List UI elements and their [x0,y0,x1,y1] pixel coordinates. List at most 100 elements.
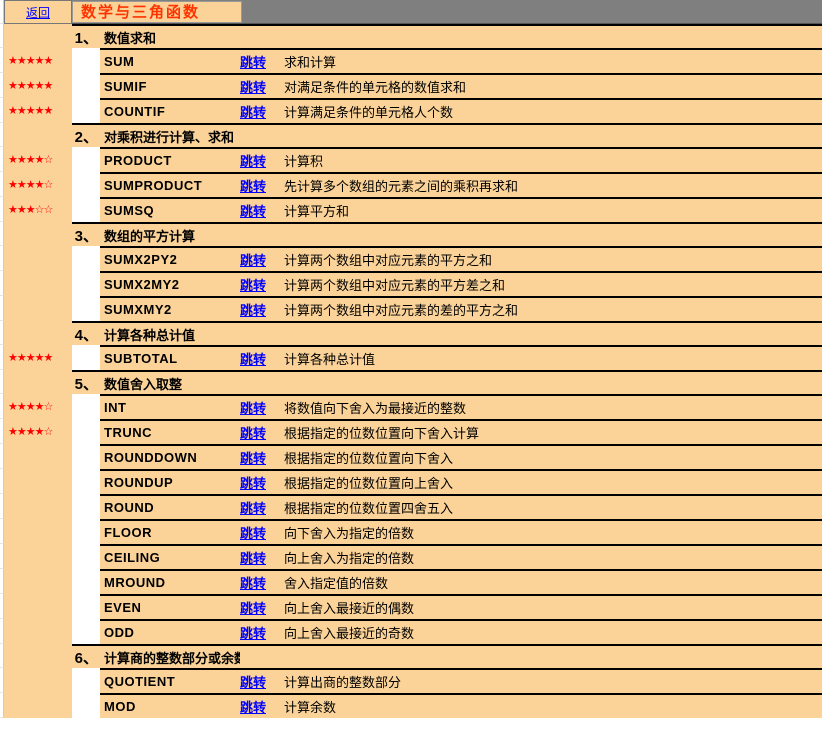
function-row: SUMX2MY2跳转计算两个数组中对应元素的平方差之和 [0,271,822,296]
function-name: COUNTIF [100,98,240,123]
function-row: SUMX2PY2跳转计算两个数组中对应元素的平方之和 [0,246,822,271]
function-row: MOD跳转计算余数 [0,693,822,718]
jump-link[interactable]: 跳转 [240,598,266,617]
jump-link[interactable]: 跳转 [240,151,266,170]
jump-link[interactable]: 跳转 [240,77,266,96]
rating-cell [4,644,72,668]
rating-stars: ★★★☆☆ [4,197,72,222]
function-desc: 根据指定的位数位置向下舍入计算 [280,419,822,444]
function-desc: 根据指定的位数位置向上舍入 [280,469,822,494]
jump-link[interactable]: 跳转 [240,201,266,220]
function-row: QUOTIENT跳转计算出商的整数部分 [0,668,822,693]
function-row: CEILING跳转向上舍入为指定的倍数 [0,544,822,569]
jump-link[interactable]: 跳转 [240,250,266,269]
function-desc: 计算各种总计值 [280,345,822,370]
function-name: ROUNDDOWN [100,444,240,469]
jump-link[interactable]: 跳转 [240,349,266,368]
jump-link[interactable]: 跳转 [240,102,266,121]
jump-link[interactable]: 跳转 [240,423,266,442]
rating-stars [4,619,72,644]
function-name: SUMIF [100,73,240,98]
section-label: 数值舍入取整 [100,370,240,394]
jump-link[interactable]: 跳转 [240,523,266,542]
section-number: 1、 [72,24,100,48]
function-row: ★★★★★ SUBTOTAL跳转计算各种总计值 [0,345,822,370]
jump-link[interactable]: 跳转 [240,697,266,716]
function-desc: 对满足条件的单元格的数值求和 [280,73,822,98]
function-row: ★★★☆☆ SUMSQ跳转计算平方和 [0,197,822,222]
function-name: SUMX2MY2 [100,271,240,296]
function-name: CEILING [100,544,240,569]
function-row: FLOOR跳转向下舍入为指定的倍数 [0,519,822,544]
rating-stars [4,246,72,271]
rating-stars [4,693,72,718]
jump-link[interactable]: 跳转 [240,300,266,319]
function-desc: 向上舍入最接近的奇数 [280,619,822,644]
function-desc: 计算余数 [280,693,822,718]
function-desc: 计算两个数组中对应元素的平方之和 [280,246,822,271]
rating-cell [4,24,72,48]
function-desc: 先计算多个数组的元素之间的乘积再求和 [280,172,822,197]
rating-stars: ★★★★★ [4,98,72,123]
rating-stars: ★★★★☆ [4,147,72,172]
rating-stars: ★★★★★ [4,345,72,370]
function-name: ROUNDUP [100,469,240,494]
function-desc: 计算两个数组中对应元素的差的平方之和 [280,296,822,321]
section-header: 2、对乘积进行计算、求和 [0,123,822,147]
section-label: 数组的平方计算 [100,222,240,246]
rating-stars: ★★★★★ [4,48,72,73]
jump-link[interactable]: 跳转 [240,52,266,71]
function-desc: 计算平方和 [280,197,822,222]
section-header: 4、计算各种总计值 [0,321,822,345]
rating-stars [4,569,72,594]
function-name: SUBTOTAL [100,345,240,370]
jump-link[interactable]: 跳转 [240,672,266,691]
jump-link[interactable]: 跳转 [240,573,266,592]
function-desc: 求和计算 [280,48,822,73]
function-name: PRODUCT [100,147,240,172]
jump-link[interactable]: 跳转 [240,176,266,195]
rating-stars [4,444,72,469]
rating-stars [4,544,72,569]
jump-link[interactable]: 跳转 [240,448,266,467]
page-title: 数学与三角函数 [72,1,242,23]
function-name: SUMXMY2 [100,296,240,321]
jump-link[interactable]: 跳转 [240,623,266,642]
rating-stars [4,494,72,519]
function-row: ★★★★★SUM跳转求和计算 [0,48,822,73]
function-row: ODD跳转向上舍入最接近的奇数 [0,619,822,644]
rating-stars: ★★★★★ [4,73,72,98]
function-row: EVEN跳转向上舍入最接近的偶数 [0,594,822,619]
jump-link[interactable]: 跳转 [240,498,266,517]
function-name: ODD [100,619,240,644]
section-label: 计算各种总计值 [100,321,240,345]
rating-stars [4,296,72,321]
function-name: SUMSQ [100,197,240,222]
section-number: 6、 [72,644,100,668]
function-row: ROUNDUP跳转根据指定的位数位置向上舍入 [0,469,822,494]
jump-link[interactable]: 跳转 [240,473,266,492]
function-name: QUOTIENT [100,668,240,693]
function-name: ROUND [100,494,240,519]
jump-link[interactable]: 跳转 [240,275,266,294]
section-number: 4、 [72,321,100,345]
rating-cell [4,222,72,246]
section-label: 对乘积进行计算、求和 [100,123,240,147]
rating-stars [4,594,72,619]
function-row: MROUND跳转舍入指定值的倍数 [0,569,822,594]
back-link[interactable]: 返回 [4,0,72,24]
header-row: 返回 数学与三角函数 [0,0,822,24]
rating-stars: ★★★★☆ [4,419,72,444]
jump-link[interactable]: 跳转 [240,548,266,567]
section-header: 1、数值求和 [0,24,822,48]
rating-cell [4,370,72,394]
function-desc: 计算满足条件的单元格人个数 [280,98,822,123]
function-desc: 向下舍入为指定的倍数 [280,519,822,544]
section-number: 5、 [72,370,100,394]
jump-link[interactable]: 跳转 [240,398,266,417]
rating-stars [4,469,72,494]
function-row: ★★★★★ COUNTIF跳转计算满足条件的单元格人个数 [0,98,822,123]
function-desc: 根据指定的位数位置向下舍入 [280,444,822,469]
function-row: ★★★★☆PRODUCT跳转计算积 [0,147,822,172]
function-name: FLOOR [100,519,240,544]
